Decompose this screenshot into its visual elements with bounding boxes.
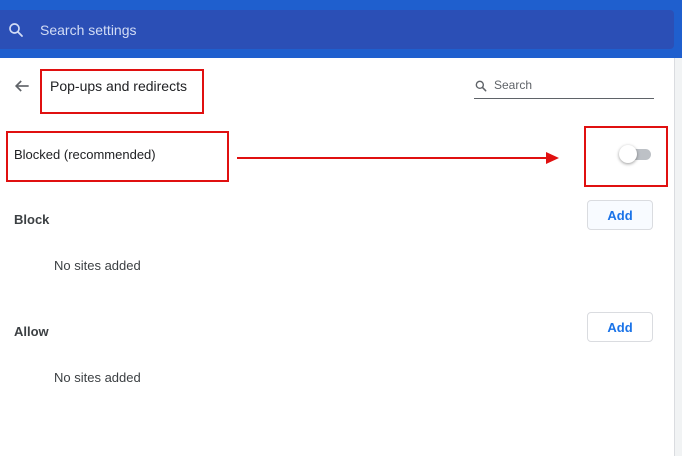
arrow-back-icon[interactable] (12, 76, 32, 96)
blocked-label: Blocked (recommended) (14, 147, 156, 162)
annotation-arrow-head (546, 152, 559, 164)
annotation-arrow (237, 157, 549, 159)
header-bar: Search settings (0, 0, 682, 58)
blocked-toggle-knob[interactable] (619, 145, 637, 163)
block-empty-text: No sites added (54, 258, 141, 273)
page-search-placeholder: Search (494, 78, 533, 92)
allow-empty-text: No sites added (54, 370, 141, 385)
allow-add-button[interactable]: Add (587, 312, 653, 342)
block-section-label: Block (14, 212, 50, 227)
scrollbar-track[interactable] (674, 58, 682, 456)
allow-section-label: Allow (14, 324, 49, 339)
search-icon (9, 23, 23, 37)
settings-search-placeholder: Search settings (40, 22, 137, 38)
page-title: Pop-ups and redirects (50, 78, 187, 94)
block-add-button[interactable]: Add (587, 200, 653, 230)
search-icon (475, 80, 487, 92)
page-search-input[interactable]: Search (474, 76, 654, 99)
settings-search-box[interactable]: Search settings (0, 10, 674, 49)
